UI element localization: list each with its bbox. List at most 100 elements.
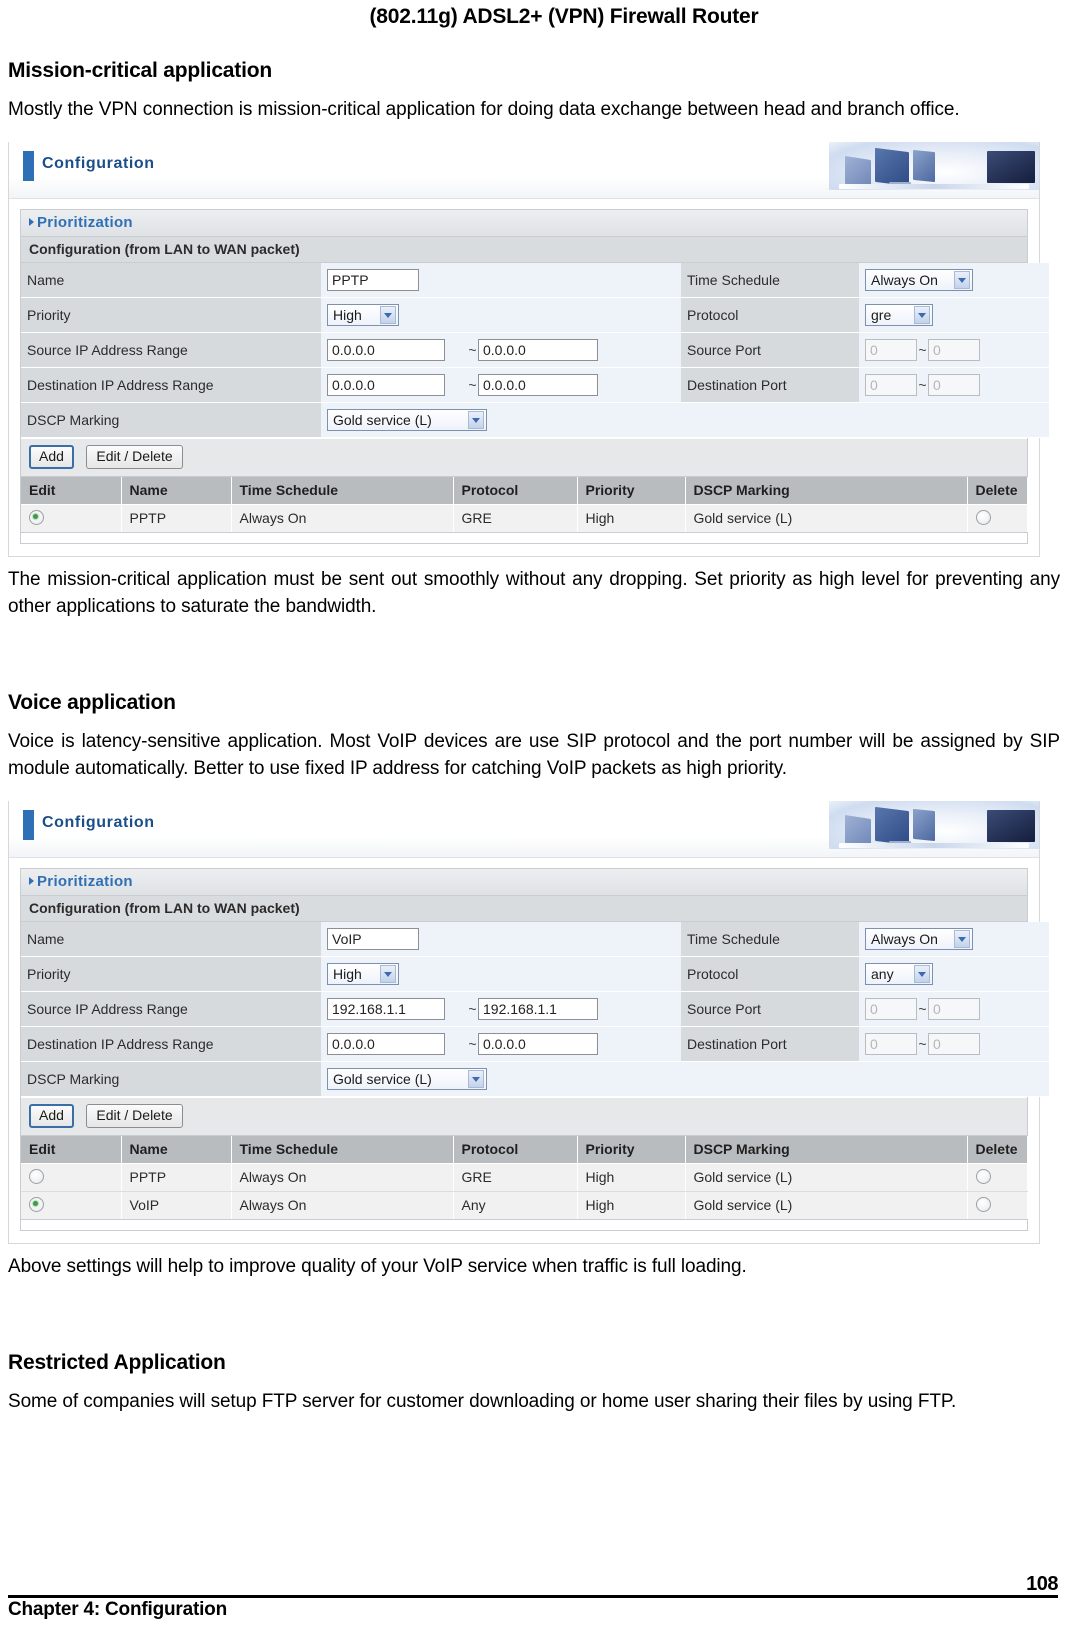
field-source-ip-to-cell: ~0.0.0.0 [461, 332, 609, 369]
col-header-edit: Edit [21, 477, 122, 506]
header-monitors-image [829, 142, 1039, 191]
add-button[interactable]: Add [29, 445, 74, 470]
ui-window-title: Configuration [42, 155, 155, 173]
field-dscp-cell: Gold service (L) [321, 1061, 1049, 1098]
protocol-select[interactable]: any [865, 963, 933, 986]
field-protocol-cell: any [859, 956, 1049, 993]
label-priority: Priority [21, 297, 321, 334]
destination-port-to-input[interactable]: 0 [928, 1033, 980, 1056]
time-schedule-select[interactable]: Always On [865, 928, 973, 951]
running-head: (802.11g) ADSL2+ (VPN) Firewall Router [369, 5, 759, 28]
field-source-port-cell: 0 ~0 [859, 991, 1049, 1028]
delete-radio[interactable] [975, 510, 991, 526]
field-time-schedule-cell: Always On [859, 922, 1049, 958]
ui-titlebar: Configuration [9, 142, 1039, 200]
col-header-edit: Edit [21, 1136, 122, 1165]
field-destination-ip-to-cell: ~0.0.0.0 [461, 1026, 609, 1063]
label-protocol: Protocol [681, 956, 859, 993]
priority-select[interactable]: High [327, 963, 399, 986]
add-button[interactable]: Add [29, 1104, 74, 1129]
field-name-cell: VoIP [321, 922, 609, 958]
paragraph-voice-outro: Above settings will help to improve qual… [8, 1256, 747, 1278]
form-row-dscp: DSCP Marking Gold service (L) [21, 402, 1049, 439]
source-ip-from-input[interactable]: 0.0.0.0 [327, 339, 445, 362]
panel-header-prioritization[interactable]: Prioritization [21, 869, 1027, 897]
source-ip-from-input[interactable]: 192.168.1.1 [327, 998, 445, 1021]
field-destination-port-cell: 0 ~0 [859, 1026, 1049, 1063]
edit-radio[interactable] [29, 510, 44, 526]
chapter-label: Chapter 4: Configuration [8, 1599, 227, 1620]
footer-rule [8, 1595, 1058, 1598]
range-separator: ~ [468, 377, 477, 394]
form-row-name: Name PPTP Time Schedule Always On [21, 263, 1049, 299]
cell-name: VoIP [121, 1191, 232, 1221]
accent-bar [23, 810, 34, 841]
source-port-to-input[interactable]: 0 [928, 339, 980, 362]
edit-delete-button[interactable]: Edit / Delete [86, 1104, 183, 1129]
cell-delete-radio [967, 1163, 1028, 1193]
table-row: VoIP Always On Any High Gold service (L) [21, 1191, 1028, 1221]
destination-ip-from-input[interactable]: 0.0.0.0 [327, 1033, 445, 1056]
dscp-marking-select[interactable]: Gold service (L) [327, 1068, 487, 1091]
destination-ip-from-input[interactable]: 0.0.0.0 [327, 374, 445, 397]
protocol-select[interactable]: gre [865, 304, 933, 327]
dscp-marking-select[interactable]: Gold service (L) [327, 409, 487, 432]
source-port-from-input[interactable]: 0 [865, 339, 917, 362]
collapse-triangle-icon[interactable] [29, 877, 34, 886]
name-input[interactable]: VoIP [327, 928, 419, 951]
chevron-down-icon[interactable] [380, 965, 396, 984]
field-destination-ip-from-cell: 0.0.0.0 [321, 367, 461, 404]
rules-table: Edit Name Time Schedule Protocol Priorit… [21, 1136, 1028, 1221]
accent-bar [23, 151, 34, 182]
prioritization-panel: Prioritization Configuration (from LAN t… [20, 209, 1049, 545]
cell-name: PPTP [121, 1163, 232, 1193]
cell-time-schedule: Always On [231, 504, 454, 534]
delete-radio[interactable] [975, 1169, 991, 1185]
destination-ip-to-input[interactable]: 0.0.0.0 [478, 374, 598, 397]
col-header-protocol: Protocol [453, 1136, 578, 1165]
priority-select[interactable]: High [327, 304, 399, 327]
destination-port-from-input[interactable]: 0 [865, 1033, 917, 1056]
field-destination-port-cell: 0 ~0 [859, 367, 1049, 404]
name-input[interactable]: PPTP [327, 269, 419, 292]
label-dscp-marking: DSCP Marking [21, 1061, 321, 1098]
edit-radio[interactable] [29, 1169, 44, 1185]
cell-dscp-marking: Gold service (L) [685, 1191, 968, 1221]
edit-radio[interactable] [29, 1197, 44, 1213]
destination-port-from-input[interactable]: 0 [865, 374, 917, 397]
heading-mission-critical: Mission-critical application [8, 59, 272, 83]
edit-delete-button[interactable]: Edit / Delete [86, 445, 183, 470]
form-button-row: Add Edit / Delete [21, 1097, 1027, 1137]
chevron-down-icon[interactable] [468, 411, 484, 430]
source-port-from-input[interactable]: 0 [865, 998, 917, 1021]
cell-protocol: GRE [453, 1163, 578, 1193]
source-port-to-input[interactable]: 0 [928, 998, 980, 1021]
collapse-triangle-icon[interactable] [29, 218, 34, 227]
time-schedule-select[interactable]: Always On [865, 269, 973, 292]
col-header-dscp-marking: DSCP Marking [685, 1136, 968, 1165]
destination-ip-to-input[interactable]: 0.0.0.0 [478, 1033, 598, 1056]
col-header-time-schedule: Time Schedule [231, 477, 454, 506]
source-ip-to-input[interactable]: 0.0.0.0 [478, 339, 598, 362]
chevron-down-icon[interactable] [914, 306, 930, 325]
chevron-down-icon[interactable] [380, 306, 396, 325]
destination-port-to-input[interactable]: 0 [928, 374, 980, 397]
field-priority-cell: High [321, 297, 609, 334]
source-ip-to-input[interactable]: 192.168.1.1 [478, 998, 598, 1021]
table-footer-pad [21, 533, 1027, 544]
chevron-down-icon[interactable] [954, 271, 970, 290]
cell-priority: High [577, 1191, 686, 1221]
col-header-protocol: Protocol [453, 477, 578, 506]
range-separator: ~ [918, 377, 927, 394]
delete-radio[interactable] [975, 1197, 991, 1213]
cell-priority: High [577, 1163, 686, 1193]
panel-header-prioritization[interactable]: Prioritization [21, 210, 1027, 238]
cell-time-schedule: Always On [231, 1163, 454, 1193]
table-row: PPTP Always On GRE High Gold service (L) [21, 504, 1028, 534]
cell-edit-radio [21, 1191, 122, 1221]
chevron-down-icon[interactable] [954, 930, 970, 949]
col-header-dscp-marking: DSCP Marking [685, 477, 968, 506]
chevron-down-icon[interactable] [914, 965, 930, 984]
chevron-down-icon[interactable] [468, 1070, 484, 1089]
page-number: 108 [1026, 1573, 1058, 1595]
